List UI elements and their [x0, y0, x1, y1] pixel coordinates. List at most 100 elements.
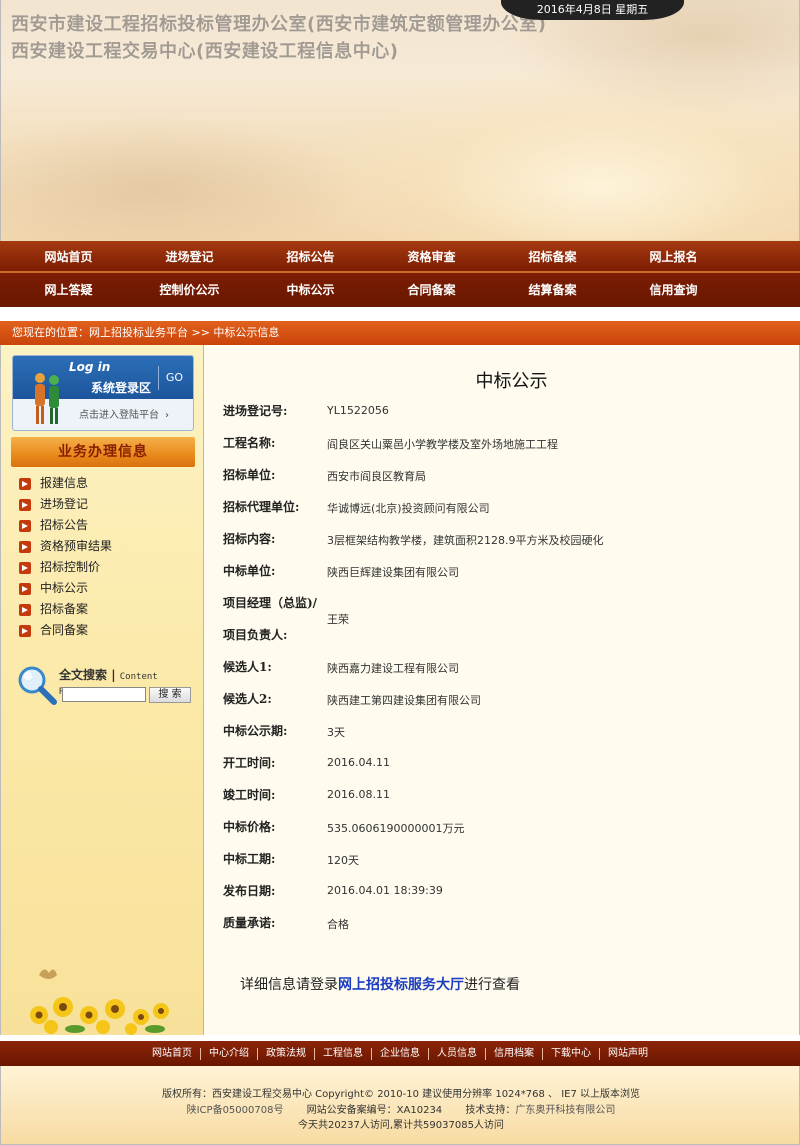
site-title-line2: 西安建设工程交易中心(西安建设工程信息中心) — [11, 41, 399, 62]
nav-item-tender-filing[interactable]: 招标备案 — [492, 241, 613, 271]
field-label-quality: 质量承诺: — [223, 916, 276, 930]
nav-item-online-qa[interactable]: 网上答疑 — [8, 274, 129, 306]
nav-item-winning-bid[interactable]: 中标公示 — [250, 274, 371, 306]
field-value-candidate-2: 陕西建工第四建设集团有限公司 — [327, 694, 481, 707]
login-go-button[interactable]: GO — [158, 366, 190, 390]
detail-suffix: 进行查看 — [464, 977, 520, 993]
footer-link-companies[interactable]: 企业信息 — [372, 1047, 429, 1060]
field-value-candidate-1: 陕西嘉力建设工程有限公司 — [327, 662, 459, 675]
main-nav: 网站首页 进场登记 招标公告 资格审查 招标备案 网上报名 网上答疑 控制价公示… — [0, 241, 800, 307]
field-label-publish-date: 发布日期: — [223, 884, 276, 898]
field-label-agent: 招标代理单位: — [223, 500, 300, 514]
full-text-search: 全文搜索 | Content Retrieval 搜 索 — [15, 663, 197, 709]
nav-item-home[interactable]: 网站首页 — [8, 241, 129, 271]
field-label-bid-price: 中标价格: — [223, 820, 276, 834]
arrow-right-icon — [19, 603, 31, 616]
sidebar-item-winning-bid[interactable]: 中标公示 — [19, 578, 199, 599]
field-label-duration: 中标工期: — [223, 852, 276, 866]
field-value-duration: 120天 — [327, 854, 359, 867]
field-value-bid-price: 535.0606190000001万元 — [327, 822, 465, 835]
footer-link-personnel[interactable]: 人员信息 — [429, 1047, 486, 1060]
arrow-right-icon — [19, 519, 31, 532]
field-value-tenderer: 西安市阎良区教育局 — [327, 470, 426, 483]
date-display: 2016年4月8日 星期五 — [501, 0, 684, 20]
business-info-header: 业务办理信息 — [11, 437, 195, 467]
arrow-right-icon — [19, 477, 31, 490]
arrow-right-icon — [19, 582, 31, 595]
sidebar-item-label: 招标公告 — [40, 518, 89, 532]
field-label-candidate-2: 候选人2: — [223, 692, 272, 706]
nav-item-qualification-review[interactable]: 资格审查 — [371, 241, 492, 271]
footer-link-home[interactable]: 网站首页 — [144, 1047, 201, 1060]
nav-item-control-price[interactable]: 控制价公示 — [129, 274, 250, 306]
arrow-right-icon — [19, 624, 31, 637]
field-value-content: 3层框架结构教学楼，建筑面积2128.9平方米及校园硬化 — [327, 534, 604, 547]
sidebar-item-control-price[interactable]: 招标控制价 — [19, 557, 199, 578]
sidebar-item-contract-filing[interactable]: 合同备案 — [19, 620, 199, 641]
nav-item-tender-announcement[interactable]: 招标公告 — [250, 241, 371, 271]
field-value-agent: 华诚博远(北京)投资顾问有限公司 — [327, 502, 490, 515]
footer-link-policy[interactable]: 政策法规 — [258, 1047, 315, 1060]
arrow-right-icon — [19, 498, 31, 511]
field-label-manager: 项目经理（总监)/ — [223, 596, 318, 610]
detail-prefix: 详细信息请登录 — [240, 977, 338, 993]
field-value-entry-no: YL1522056 — [327, 404, 389, 417]
field-label-publicity-period: 中标公示期: — [223, 724, 288, 738]
field-label-finish-date: 竣工时间: — [223, 788, 276, 802]
sidebar-item-label: 招标备案 — [40, 602, 89, 616]
sidebar-item-label: 资格预审结果 — [40, 539, 113, 553]
chevron-right-icon: › — [165, 410, 169, 421]
arrow-right-icon — [19, 540, 31, 553]
site-title-line1: 西安市建设工程招标投标管理办公室(西安市建筑定额管理办公室) — [11, 14, 547, 35]
service-hall-link[interactable]: 网上招投标服务大厅 — [338, 977, 464, 993]
field-label-content: 招标内容: — [223, 532, 276, 546]
magnifier-icon — [18, 666, 57, 705]
login-enter-label: 点击进入登陆平台 — [79, 410, 159, 421]
footer-link-statement[interactable]: 网站声明 — [600, 1048, 656, 1060]
sidebar-item-label: 合同备案 — [40, 623, 89, 637]
login-enter-link[interactable]: 点击进入登陆平台 › — [79, 406, 169, 421]
field-label-start-date: 开工时间: — [223, 756, 276, 770]
nav-item-entry-registration[interactable]: 进场登记 — [129, 241, 250, 271]
main-nav-row1: 网站首页 进场登记 招标公告 资格审查 招标备案 网上报名 — [0, 241, 800, 273]
page-title: 中标公示 — [475, 371, 548, 392]
nav-spacer — [0, 307, 800, 321]
search-button[interactable]: 搜 索 — [149, 687, 191, 703]
footer-link-projects[interactable]: 工程信息 — [315, 1047, 372, 1060]
field-label-project-name: 工程名称: — [223, 436, 276, 450]
footer-link-downloads[interactable]: 下载中心 — [543, 1047, 600, 1060]
sidebar-item-label: 报建信息 — [40, 476, 89, 490]
sidebar-item-label: 进场登记 — [40, 497, 89, 511]
field-value-publish-date: 2016.04.01 18:39:39 — [327, 884, 443, 897]
login-title-cn: 系统登录区 — [91, 381, 152, 395]
sidebar-item-construction-report[interactable]: 报建信息 — [19, 473, 199, 494]
nav-item-settlement-filing[interactable]: 结算备案 — [492, 274, 613, 306]
field-value-start-date: 2016.04.11 — [327, 756, 390, 769]
field-value-publicity-period: 3天 — [327, 726, 345, 739]
sidebar-item-prequalification[interactable]: 资格预审结果 — [19, 536, 199, 557]
nav-item-credit-query[interactable]: 信用查询 — [613, 274, 734, 306]
field-label-manager-2: 项目负责人: — [223, 628, 288, 642]
sidebar-item-label: 中标公示 — [40, 581, 89, 595]
nav-item-online-signup[interactable]: 网上报名 — [613, 241, 734, 271]
footer-support-company[interactable]: 广东奥开科技有限公司 — [515, 1105, 615, 1116]
footer-icp[interactable]: 陕ICP备05000708号 — [187, 1105, 284, 1116]
sidebar-item-tender-announcement[interactable]: 招标公告 — [19, 515, 199, 536]
sidebar-item-entry-registration[interactable]: 进场登记 — [19, 494, 199, 515]
field-label-tenderer: 招标单位: — [223, 468, 276, 482]
search-title-cn: 全文搜索 — [59, 668, 108, 682]
footer-link-credit[interactable]: 信用档案 — [486, 1047, 543, 1060]
footer-link-about[interactable]: 中心介绍 — [201, 1047, 258, 1060]
footer-police: 网站公安备案编号：XA10234 — [306, 1105, 443, 1116]
login-panel[interactable]: Log in 系统登录区 GO 点击进入登陆平台 › — [12, 355, 194, 431]
sidebar-item-tender-filing[interactable]: 招标备案 — [19, 599, 199, 620]
detail-notice: 详细信息请登录网上招投标服务大厅进行查看 — [240, 974, 520, 994]
footer-support-label: 技术支持： — [465, 1105, 516, 1116]
field-value-quality: 合格 — [327, 918, 349, 931]
field-label-entry-no: 进场登记号: — [223, 404, 288, 418]
nav-item-contract-filing[interactable]: 合同备案 — [371, 274, 492, 306]
field-label-winner: 中标单位: — [223, 564, 276, 578]
banner: 西安市建设工程招标投标管理办公室(西安市建筑定额管理办公室) 西安建设工程交易中… — [0, 0, 800, 241]
arrow-right-icon — [19, 561, 31, 574]
search-input[interactable] — [62, 687, 146, 702]
